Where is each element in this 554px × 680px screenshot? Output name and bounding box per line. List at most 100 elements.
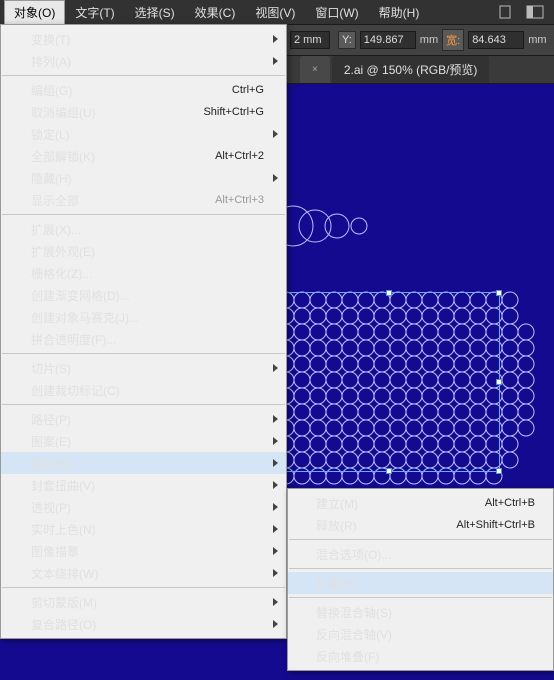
menu-item-label: 锁定(L) (31, 126, 70, 143)
handle-tr[interactable] (496, 290, 502, 296)
menu-item: 替换混合轴(S) (288, 601, 553, 623)
menu-window[interactable]: 窗口(W) (305, 0, 368, 25)
menu-item[interactable]: 创建裁切标记(C) (1, 379, 286, 401)
menu-item-label: 创建对象马赛克(J)... (31, 309, 139, 326)
submenu-arrow-icon (273, 569, 278, 577)
menu-item[interactable]: 隐藏(H) (1, 167, 286, 189)
menu-item-label: 栅格化(Z)... (31, 265, 92, 282)
menu-item-label: 建立(M) (316, 495, 358, 512)
shortcut: Ctrl+G (232, 84, 264, 96)
menu-object[interactable]: 对象(O) (4, 0, 65, 25)
menu-item[interactable]: 文本绕排(W) (1, 562, 286, 584)
tab-active[interactable]: 2.ai @ 150% (RGB/预览) (332, 56, 490, 83)
menu-type[interactable]: 文字(T) (65, 0, 124, 25)
w-label: 宽: (442, 29, 464, 51)
menu-item[interactable]: 拼合透明度(F)... (1, 328, 286, 350)
menu-item[interactable]: 图案(E) (1, 430, 286, 452)
handle-tc[interactable] (386, 290, 392, 296)
submenu-arrow-icon (273, 503, 278, 511)
menu-item[interactable]: 排列(A) (1, 50, 286, 72)
submenu-arrow-icon (273, 547, 278, 555)
menu-item-label: 混合(B) (31, 455, 71, 472)
submenu-arrow-icon (273, 174, 278, 182)
selection-bounds[interactable] (278, 292, 500, 472)
menu-item[interactable]: 反向堆叠(F) (288, 645, 553, 667)
menu-item-label: 排列(A) (31, 53, 71, 70)
layout-icon[interactable] (522, 2, 548, 22)
submenu-arrow-icon (273, 598, 278, 606)
menu-select[interactable]: 选择(S) (125, 0, 185, 25)
shortcut: Alt+Ctrl+2 (215, 150, 264, 162)
menu-item-label: 反向堆叠(F) (316, 648, 379, 665)
menu-item-label: 显示全部 (31, 192, 79, 209)
menu-item-label: 全部解锁(K) (31, 148, 95, 165)
menu-effect[interactable]: 效果(C) (185, 0, 246, 25)
menu-item[interactable]: 复合路径(O) (1, 613, 286, 635)
menu-item[interactable]: 剪切蒙版(M) (1, 591, 286, 613)
close-icon[interactable]: × (312, 64, 318, 75)
menu-item[interactable]: 透视(P) (1, 496, 286, 518)
menu-item-label: 扩展(X)... (31, 221, 81, 238)
handle-mr[interactable] (496, 379, 502, 385)
menu-item-label: 实时上色(N) (31, 521, 96, 538)
w-unit: mm (528, 34, 546, 46)
menu-item[interactable]: 锁定(L) (1, 123, 286, 145)
submenu-arrow-icon (273, 57, 278, 65)
menu-item[interactable]: 创建对象马赛克(J)... (1, 306, 286, 328)
menu-item[interactable]: 栅格化(Z)... (1, 262, 286, 284)
menu-item-label: 替换混合轴(S) (316, 604, 392, 621)
blend-submenu: 建立(M) Alt+Ctrl+B 释放(R)Alt+Shift+Ctrl+B 混合选项… (287, 488, 554, 671)
menu-item-label: 编组(G) (31, 82, 72, 99)
menu-item[interactable]: 建立(M) Alt+Ctrl+B (288, 492, 553, 514)
menu-item[interactable]: 反向混合轴(V) (288, 623, 553, 645)
menu-view[interactable]: 视图(V) (245, 0, 305, 25)
menu-item[interactable]: 封套扭曲(V) (1, 474, 286, 496)
menu-item[interactable]: 混合选项(O)... (288, 543, 553, 565)
shortcut: Alt+Ctrl+B (485, 497, 535, 509)
menu-item[interactable]: 图像描摹 (1, 540, 286, 562)
tab-inactive[interactable]: × (300, 56, 330, 83)
menu-item-label: 取消编组(U) (31, 104, 96, 121)
menu-item[interactable]: 取消编组(U)Shift+Ctrl+G (1, 101, 286, 123)
menu-item-label: 文本绕排(W) (31, 565, 98, 582)
doc-icon[interactable] (492, 2, 518, 22)
menu-item[interactable]: 变换(T) (1, 28, 286, 50)
menu-item-label: 创建渐变网格(D)... (31, 287, 130, 304)
menu-item-label: 反向混合轴(V) (316, 626, 392, 643)
menu-item[interactable]: 切片(S) (1, 357, 286, 379)
menu-item-label: 扩展外观(E) (31, 243, 95, 260)
menu-item-label: 复合路径(O) (31, 616, 96, 633)
menu-item-label: 拼合透明度(F)... (31, 331, 116, 348)
submenu-arrow-icon (273, 620, 278, 628)
handle-bc[interactable] (386, 468, 392, 474)
menu-item[interactable]: 实时上色(N) (1, 518, 286, 540)
menu-help[interactable]: 帮助(H) (369, 0, 430, 25)
menu-item-label: 图案(E) (31, 433, 71, 450)
submenu-arrow-icon (273, 130, 278, 138)
menu-item[interactable]: 扩展(E) (288, 572, 553, 594)
menu-item[interactable]: 路径(P) (1, 408, 286, 430)
y-input[interactable] (360, 31, 416, 49)
submenu-arrow-icon (273, 525, 278, 533)
submenu-arrow-icon (273, 481, 278, 489)
menu-item-label: 透视(P) (31, 499, 71, 516)
menu-item-label: 隐藏(H) (31, 170, 72, 187)
menu-item-label: 图像描摹 (31, 543, 79, 560)
submenu-arrow-icon (273, 437, 278, 445)
submenu-arrow-icon (273, 35, 278, 43)
w-input[interactable] (468, 31, 524, 49)
menu-item[interactable]: 全部解锁(K) Alt+Ctrl+2 (1, 145, 286, 167)
menu-item[interactable]: 释放(R)Alt+Shift+Ctrl+B (288, 514, 553, 536)
object-menu: 变换(T) 排列(A) 编组(G) Ctrl+G 取消编组(U)Shift+Ctrl+G… (0, 24, 287, 639)
menu-item: 显示全部Alt+Ctrl+3 (1, 189, 286, 211)
menu-item[interactable]: 创建渐变网格(D)... (1, 284, 286, 306)
menu-item-label: 封套扭曲(V) (31, 477, 95, 494)
handle-br[interactable] (496, 468, 502, 474)
menu-item[interactable]: 扩展(X)... (1, 218, 286, 240)
menu-item[interactable]: 混合(B) (1, 452, 286, 474)
x-input[interactable] (290, 31, 330, 49)
tab-label: 2.ai @ 150% (RGB/预览) (344, 61, 478, 78)
menu-item-label: 创建裁切标记(C) (31, 382, 120, 399)
submenu-arrow-icon (273, 459, 278, 467)
menu-item[interactable]: 编组(G) Ctrl+G (1, 79, 286, 101)
